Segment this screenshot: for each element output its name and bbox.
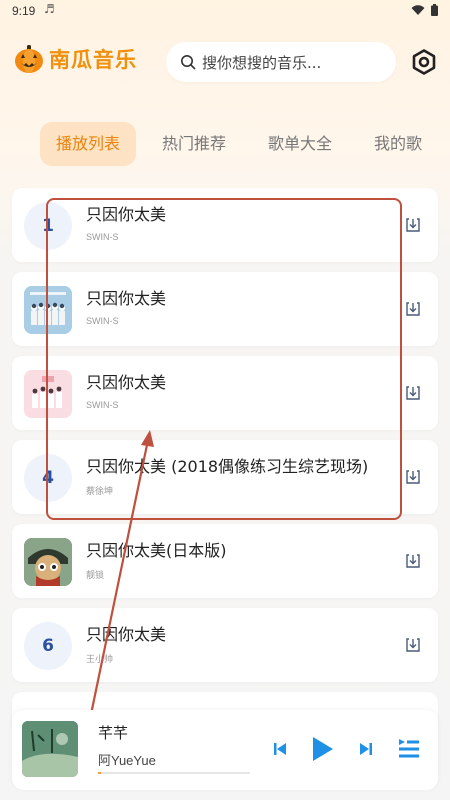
playlist-button[interactable] xyxy=(396,734,422,764)
skip-next-icon xyxy=(360,743,372,755)
download-icon[interactable] xyxy=(404,636,422,654)
tab-hot-recommend[interactable]: 热门推荐 xyxy=(148,122,240,166)
list-item[interactable]: 4 只因你太美 (2018偶像练习生综艺现场) 蔡徐坤 xyxy=(12,440,438,514)
group-photo-image xyxy=(24,370,72,418)
download-icon[interactable] xyxy=(404,468,422,486)
download-icon[interactable] xyxy=(404,216,422,234)
player-album-cover[interactable] xyxy=(22,721,78,777)
tab-bar: 播放列表 热门推荐 歌单大全 我的歌 xyxy=(0,122,450,166)
skip-previous-icon xyxy=(274,743,286,755)
status-icons xyxy=(411,4,438,16)
download-icon[interactable] xyxy=(404,552,422,570)
download-icon[interactable] xyxy=(404,384,422,402)
app-logo: 南瓜音乐 xyxy=(14,44,137,74)
tab-my-songs[interactable]: 我的歌 xyxy=(360,122,436,166)
album-cover xyxy=(24,286,72,334)
app-name: 南瓜音乐 xyxy=(49,48,137,72)
search-placeholder: 搜你想搜的音乐... xyxy=(202,53,322,72)
tab-song-lists[interactable]: 歌单大全 xyxy=(254,122,346,166)
song-artist: 王小帅 xyxy=(86,654,114,664)
status-time: 9:19 xyxy=(12,4,36,18)
rank-badge: 4 xyxy=(24,454,72,502)
pumpkin-icon xyxy=(15,45,43,73)
song-artist: SWIN-S xyxy=(86,232,119,242)
song-artist: SWIN-S xyxy=(86,400,119,410)
hexagon-settings-icon xyxy=(412,49,436,75)
previous-button[interactable] xyxy=(270,738,290,760)
album-art-image xyxy=(22,721,78,777)
app-header: 南瓜音乐 搜你想搜的音乐... xyxy=(0,40,450,84)
group-photo-image xyxy=(24,286,72,334)
next-button[interactable] xyxy=(356,738,376,760)
play-button[interactable] xyxy=(308,734,336,764)
list-item[interactable]: 只因你太美 SWIN-S xyxy=(12,356,438,430)
rank-badge: 1 xyxy=(24,202,72,250)
list-item[interactable]: 只因你太美 SWIN-S xyxy=(12,272,438,346)
progress-bar[interactable] xyxy=(98,772,250,774)
song-title: 只因你太美 xyxy=(86,373,167,392)
album-cover xyxy=(24,538,72,586)
song-artist: SWIN-S xyxy=(86,316,119,326)
cartoon-avatar-image xyxy=(24,538,72,586)
wifi-icon xyxy=(411,4,425,15)
list-item[interactable]: 1 只因你太美 SWIN-S xyxy=(12,188,438,262)
song-title: 只因你太美 (2018偶像练习生综艺现场) xyxy=(86,457,369,476)
song-title: 只因你太美 xyxy=(86,205,167,224)
tab-playlist[interactable]: 播放列表 xyxy=(40,122,136,166)
player-artist: 阿YueYue xyxy=(98,753,156,768)
settings-button[interactable] xyxy=(408,46,440,78)
playlist-icon xyxy=(399,739,419,758)
search-icon xyxy=(181,55,196,70)
album-cover xyxy=(24,370,72,418)
list-item[interactable]: 6 只因你太美 王小帅 xyxy=(12,608,438,682)
rank-badge: 6 xyxy=(24,622,72,670)
battery-icon xyxy=(431,4,438,16)
mini-player[interactable]: 芊芊 阿YueYue xyxy=(12,710,438,790)
song-artist: 靓锁 xyxy=(86,570,105,580)
song-artist: 蔡徐坤 xyxy=(86,486,114,496)
status-bar: 9:19 ♬ xyxy=(0,0,450,22)
progress-fill xyxy=(98,772,102,774)
player-song-title: 芊芊 xyxy=(98,724,129,742)
play-icon xyxy=(313,737,333,761)
song-title: 只因你太美 xyxy=(86,625,167,644)
download-icon[interactable] xyxy=(404,300,422,318)
music-note-icon: ♬ xyxy=(44,2,55,16)
list-item[interactable]: 只因你太美(日本版) 靓锁 xyxy=(12,524,438,598)
search-input[interactable]: 搜你想搜的音乐... xyxy=(166,42,396,82)
song-title: 只因你太美(日本版) xyxy=(86,541,227,560)
song-title: 只因你太美 xyxy=(86,289,167,308)
